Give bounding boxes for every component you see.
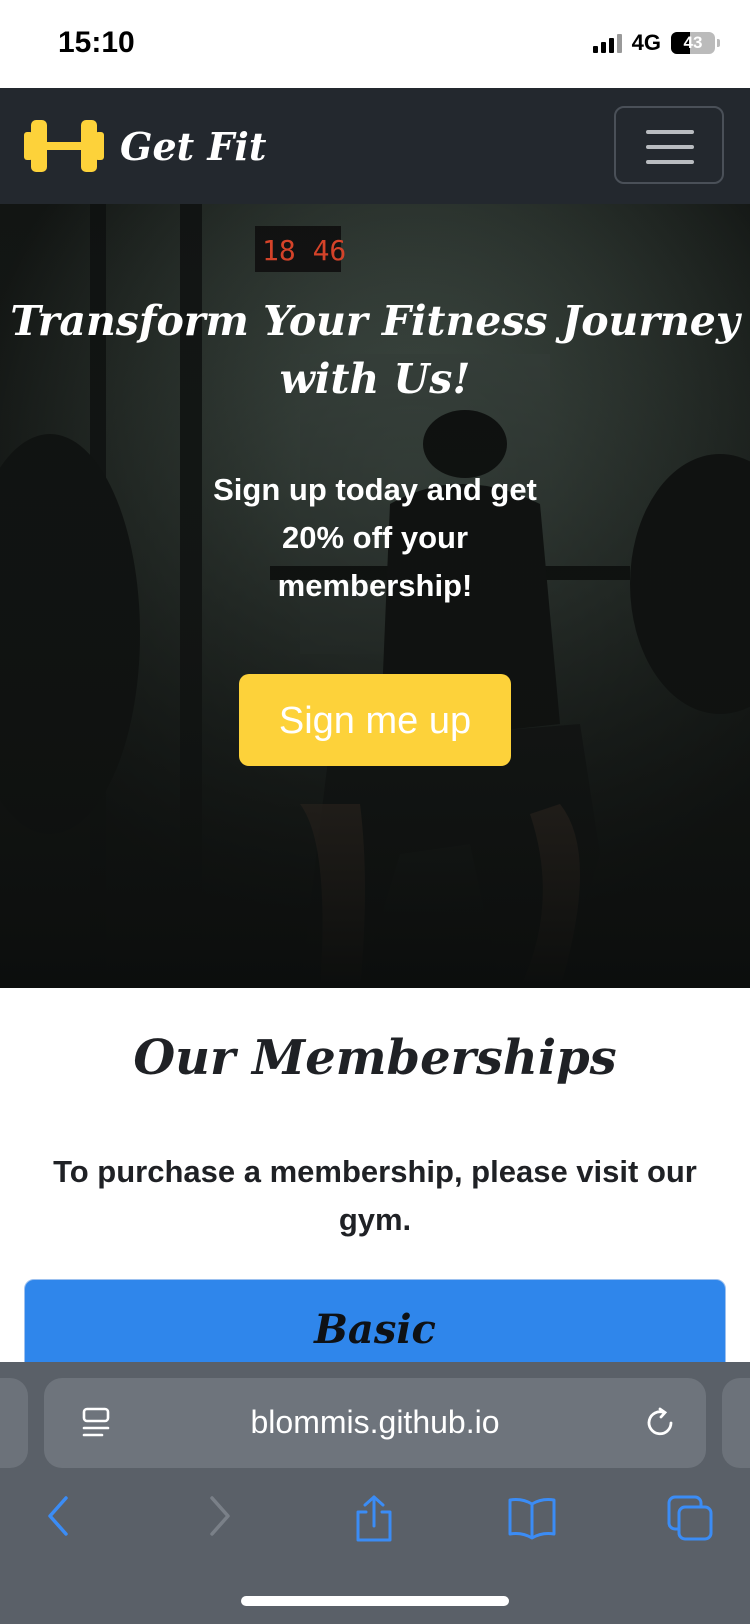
card-title: Basic	[314, 1306, 436, 1353]
next-tab[interactable]	[722, 1378, 750, 1468]
status-indicators: 4G 43	[592, 30, 720, 56]
dumbbell-icon[interactable]	[24, 118, 104, 179]
hamburger-icon	[646, 130, 694, 134]
network-type: 4G	[631, 30, 661, 55]
address-bar[interactable]: blommis.github.io	[44, 1378, 706, 1468]
hero-title: Transform Your Fitness Journey with Us!	[10, 297, 740, 403]
forward-icon[interactable]	[202, 1494, 236, 1543]
hero-subtitle: Sign up today and get 20% off your membe…	[213, 472, 537, 603]
bookmarks-icon[interactable]	[506, 1494, 558, 1545]
menu-toggle-button[interactable]	[614, 106, 724, 184]
browser-toolbar: blommis.github.io	[0, 1362, 750, 1624]
status-bar: 15:10 4G 43	[0, 0, 750, 88]
section-text: To purchase a membership, please visit o…	[53, 1154, 697, 1237]
battery-percent: 43	[683, 33, 703, 52]
section-title: Our Memberships	[133, 1030, 617, 1086]
url-text: blommis.github.io	[250, 1404, 500, 1440]
battery-icon: 43	[671, 32, 715, 54]
share-icon[interactable]	[352, 1494, 396, 1549]
home-indicator	[241, 1596, 509, 1606]
back-icon[interactable]	[42, 1494, 76, 1543]
sign-up-button[interactable]: Sign me up	[239, 674, 511, 766]
signal-icon	[592, 33, 622, 53]
hero-section: 18 46 Transform Your Fitness Journey wit…	[0, 204, 750, 988]
memberships-section: Our Memberships To purchase a membership…	[0, 988, 750, 1379]
tabs-icon[interactable]	[666, 1494, 714, 1547]
reload-icon[interactable]	[644, 1406, 678, 1445]
previous-tab[interactable]	[0, 1378, 28, 1468]
status-time: 15:10	[58, 26, 135, 59]
navbar: Get Fit	[0, 88, 750, 204]
brand-name[interactable]: Get Fit	[120, 124, 266, 169]
